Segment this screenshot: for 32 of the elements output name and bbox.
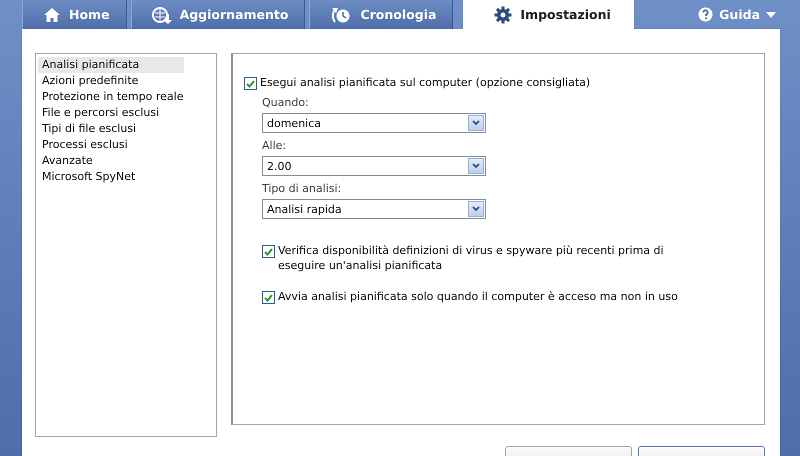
- chevron-icon: [472, 206, 480, 212]
- tab[interactable]: Aggiornamento: [130, 0, 306, 29]
- clock-arrow-icon: [330, 6, 352, 24]
- list-item[interactable]: Tipi di file esclusi: [38, 121, 140, 137]
- list-item[interactable]: Microsoft SpyNet: [38, 169, 140, 185]
- list-item[interactable]: File e percorsi esclusi: [38, 105, 164, 121]
- list-item[interactable]: Avanzate: [38, 153, 97, 169]
- tab[interactable]: Impostazioni: [463, 0, 634, 29]
- checkbox-label: Avvia analisi pianificata solo quando il computer è acceso ma non in uso: [278, 289, 678, 304]
- chevron-icon: [472, 120, 480, 126]
- checkbox-label: Verifica disponibilità definizioni di virus e spyware più recenti prima di eseguire un'analisi pianificata: [278, 243, 665, 273]
- help-icon: [698, 7, 714, 22]
- chevron-icon: [472, 163, 480, 169]
- field-label: Alle:: [262, 139, 288, 152]
- checkbox[interactable]: [262, 291, 275, 304]
- caret-icon: [766, 12, 776, 18]
- checkbox[interactable]: [262, 245, 275, 258]
- list-item[interactable]: Azioni predefinite: [38, 73, 142, 89]
- checkbox[interactable]: [244, 77, 257, 90]
- list-item[interactable]: Protezione in tempo reale: [38, 89, 188, 105]
- dropdown[interactable]: 2.00: [262, 156, 486, 176]
- list-item[interactable]: Processi esclusi: [38, 137, 132, 153]
- checkbox-label: Esegui analisi pianificata sul computer (opzione consigliata): [260, 75, 590, 90]
- tab[interactable]: Cronologia: [309, 0, 454, 29]
- dropdown[interactable]: Analisi rapida: [262, 199, 486, 219]
- list-item[interactable]: Analisi pianificata: [38, 57, 184, 73]
- globe-arrow-icon: [152, 6, 172, 24]
- field-label: Tipo di analisi:: [262, 182, 342, 195]
- house-icon: [43, 6, 61, 22]
- dropdown[interactable]: domenica: [262, 113, 486, 133]
- tab[interactable]: Home: [22, 0, 127, 29]
- field-label: Quando:: [262, 96, 310, 109]
